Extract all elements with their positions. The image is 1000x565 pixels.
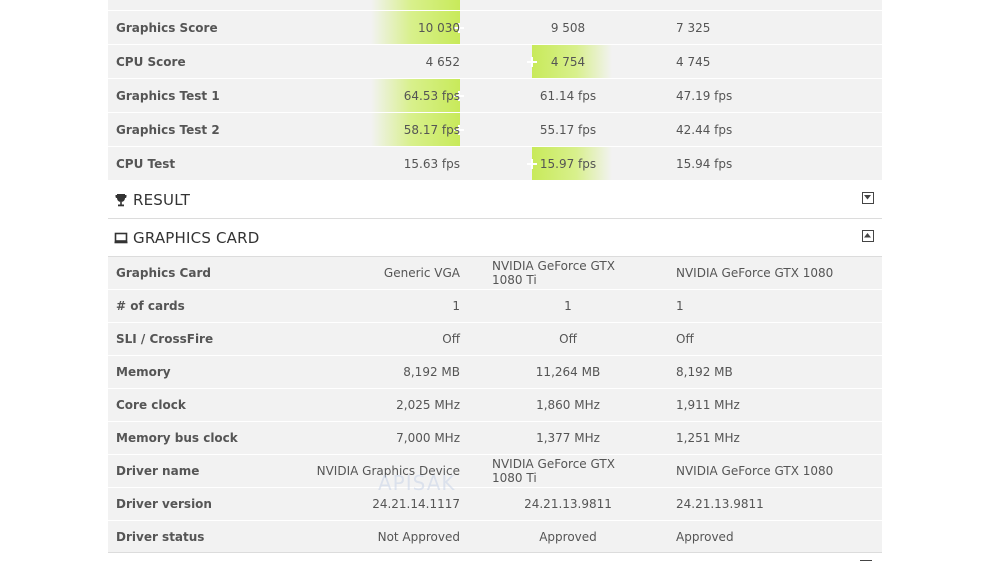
row-label: CPU Score [116, 54, 186, 69]
value-col-1: 8,192 MB [403, 365, 460, 379]
value-col-3: 24.21.13.9811 [676, 497, 764, 511]
value-col-3: Approved [676, 530, 734, 544]
value-col-3: 4 745 [676, 54, 711, 69]
value-col-1: 7,000 MHz [396, 431, 460, 445]
spec-row-driver-name: Driver name NVIDIA Graphics Device NVIDI… [108, 455, 882, 488]
value-col-1: 10 030 [418, 20, 460, 35]
value-col-1: Off [442, 332, 460, 346]
row-label: # of cards [116, 299, 185, 313]
value-col-3: 42.44 fps [676, 122, 733, 137]
value-col-2: 11,264 MB [535, 365, 601, 379]
collapse-toggle-icon[interactable] [862, 230, 874, 242]
value-col-2: 4 754 [550, 54, 586, 69]
value-col-3: 15.94 fps [676, 156, 733, 171]
value-col-2: 1 [564, 299, 572, 313]
expand-toggle-icon[interactable] [862, 192, 874, 204]
spec-row-sli-crossfire: SLI / CrossFire Off Off Off [108, 323, 882, 356]
spec-row-memory-bus-clock: Memory bus clock 7,000 MHz 1,377 MHz 1,2… [108, 422, 882, 455]
row-label: SLI / CrossFire [116, 332, 214, 346]
graphics-card-section-header[interactable]: GRAPHICS CARD [108, 219, 882, 257]
value-col-2: 1,860 MHz [536, 398, 600, 412]
score-row-graphics-test-1: Graphics Test 1 64.53 fps 61.14 fps 47.1… [108, 79, 882, 113]
row-label: Driver name [116, 464, 200, 478]
value-col-2: Approved [539, 530, 597, 544]
value-col-1: 58.17 fps [403, 122, 460, 137]
value-col-3: 1,251 MHz [676, 431, 740, 445]
section-title: RESULT [133, 190, 191, 209]
value-col-2: 9 508 [550, 20, 586, 35]
divider [108, 552, 882, 553]
spec-row-core-clock: Core clock 2,025 MHz 1,860 MHz 1,911 MHz [108, 389, 882, 422]
value-col-3: 47.19 fps [676, 88, 733, 103]
value-col-2: 15.97 fps [539, 156, 597, 171]
value-col-1: Generic VGA [383, 266, 460, 280]
previous-row-remnant [108, 0, 882, 11]
value-col-2: NVIDIA GeForce GTX 1080 Ti [492, 259, 615, 287]
value-col-3: Off [676, 332, 694, 346]
watermark: APISAK [378, 471, 456, 495]
value-col-1: 2,025 MHz [396, 398, 460, 412]
value-col-3: 7 325 [676, 20, 711, 35]
score-row-cpu-score: CPU Score 4 652 4 754 4 745 [108, 45, 882, 79]
value-col-1: 1 [452, 299, 460, 313]
row-label: Memory [116, 365, 171, 379]
row-label: Driver version [116, 497, 212, 511]
value-col-2: 55.17 fps [539, 122, 597, 137]
spec-row-driver-version: Driver version 24.21.14.1117 24.21.13.98… [108, 488, 882, 521]
row-label: Memory bus clock [116, 431, 238, 445]
value-col-2: 24.21.13.9811 [524, 497, 612, 511]
score-row-cpu-test: CPU Test 15.63 fps 15.97 fps 15.94 fps [108, 147, 882, 181]
value-col-1: 4 652 [425, 54, 460, 69]
value-col-3: 1 [676, 299, 684, 313]
value-col-2: Off [559, 332, 577, 346]
value-col-3: NVIDIA GeForce GTX 1080 [676, 266, 834, 280]
spec-row-memory: Memory 8,192 MB 11,264 MB 8,192 MB [108, 356, 882, 389]
value-col-1: Not Approved [377, 530, 460, 544]
row-label: Graphics Test 2 [116, 122, 220, 137]
value-col-2: 1,377 MHz [536, 431, 600, 445]
spec-row-graphics-card: Graphics Card Generic VGA NVIDIA GeForce… [108, 257, 882, 290]
row-label: Graphics Test 1 [116, 88, 220, 103]
value-col-2: NVIDIA GeForce GTX 1080 Ti [492, 457, 615, 485]
score-row-graphics-score: Graphics Score 10 030 9 508 7 325 [108, 11, 882, 45]
comparison-panel: Graphics Score 10 030 9 508 7 325 CPU Sc… [108, 0, 882, 554]
row-label: CPU Test [116, 156, 176, 171]
spec-row-driver-status: Driver status Not Approved Approved Appr… [108, 521, 882, 554]
value-col-1: 64.53 fps [403, 88, 460, 103]
section-title: GRAPHICS CARD [133, 228, 260, 247]
spec-row-num-cards: # of cards 1 1 1 [108, 290, 882, 323]
monitor-icon [114, 232, 128, 244]
value-col-2: 61.14 fps [539, 88, 597, 103]
next-section-toggle-edge [860, 560, 872, 565]
row-label: Driver status [116, 530, 205, 544]
result-section-header[interactable]: RESULT [108, 181, 882, 219]
row-label: Graphics Score [116, 20, 218, 35]
best-highlight [371, 0, 460, 10]
trophy-icon [115, 194, 127, 207]
value-col-3: 1,911 MHz [676, 398, 740, 412]
value-col-3: NVIDIA GeForce GTX 1080 [676, 464, 834, 478]
row-label: Core clock [116, 398, 186, 412]
value-col-1: 15.63 fps [403, 156, 460, 171]
score-row-graphics-test-2: Graphics Test 2 58.17 fps 55.17 fps 42.4… [108, 113, 882, 147]
row-label: Graphics Card [116, 266, 211, 280]
value-col-3: 8,192 MB [676, 365, 733, 379]
